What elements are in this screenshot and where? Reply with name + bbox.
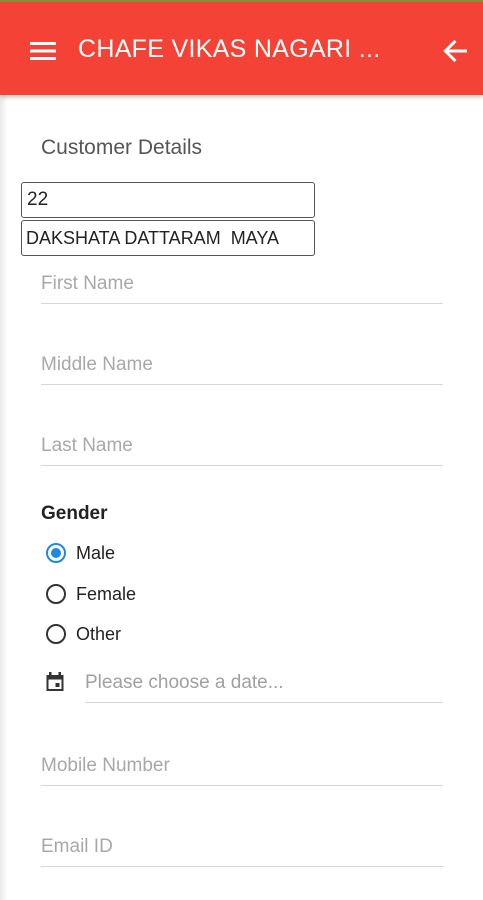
section-title: Customer Details: [41, 136, 203, 159]
date-field: [85, 664, 443, 703]
first-name-field: [41, 265, 443, 304]
customer-details-screen: CHAFE VIKAS NAGARI ... Customer Details …: [0, 0, 483, 900]
last-name-field: [41, 427, 443, 466]
gender-option-label: Female: [76, 583, 137, 604]
date-of-birth-input[interactable]: [85, 664, 443, 702]
middle-name-field: [41, 346, 443, 385]
account-number-input[interactable]: [21, 182, 315, 218]
gender-option-female[interactable]: Female: [46, 582, 136, 606]
calendar-icon[interactable]: [44, 671, 66, 693]
page-title: CHAFE VIKAS NAGARI ...: [78, 35, 381, 63]
menu-icon[interactable]: [28, 36, 62, 66]
last-name-input[interactable]: [41, 427, 443, 465]
first-name-input[interactable]: [41, 265, 443, 303]
arrow-left-icon[interactable]: [440, 36, 474, 68]
radio-checked-icon[interactable]: [46, 543, 66, 563]
customer-name-search-input[interactable]: [21, 220, 315, 256]
middle-name-input[interactable]: [41, 346, 443, 384]
gender-option-label: Male: [76, 542, 116, 563]
gender-option-male[interactable]: Male: [46, 541, 115, 565]
radio-unchecked-icon[interactable]: [46, 584, 66, 604]
mobile-number-field: [41, 747, 443, 786]
email-input[interactable]: [41, 828, 443, 866]
gender-option-label: Other: [76, 623, 122, 644]
gender-label: Gender: [41, 503, 108, 524]
left-edge-shadow: [0, 95, 8, 900]
email-field: [41, 828, 443, 867]
radio-unchecked-icon[interactable]: [46, 624, 66, 644]
gender-option-other[interactable]: Other: [46, 622, 121, 646]
app-toolbar: CHAFE VIKAS NAGARI ...: [0, 0, 483, 95]
mobile-number-input[interactable]: [41, 747, 443, 785]
